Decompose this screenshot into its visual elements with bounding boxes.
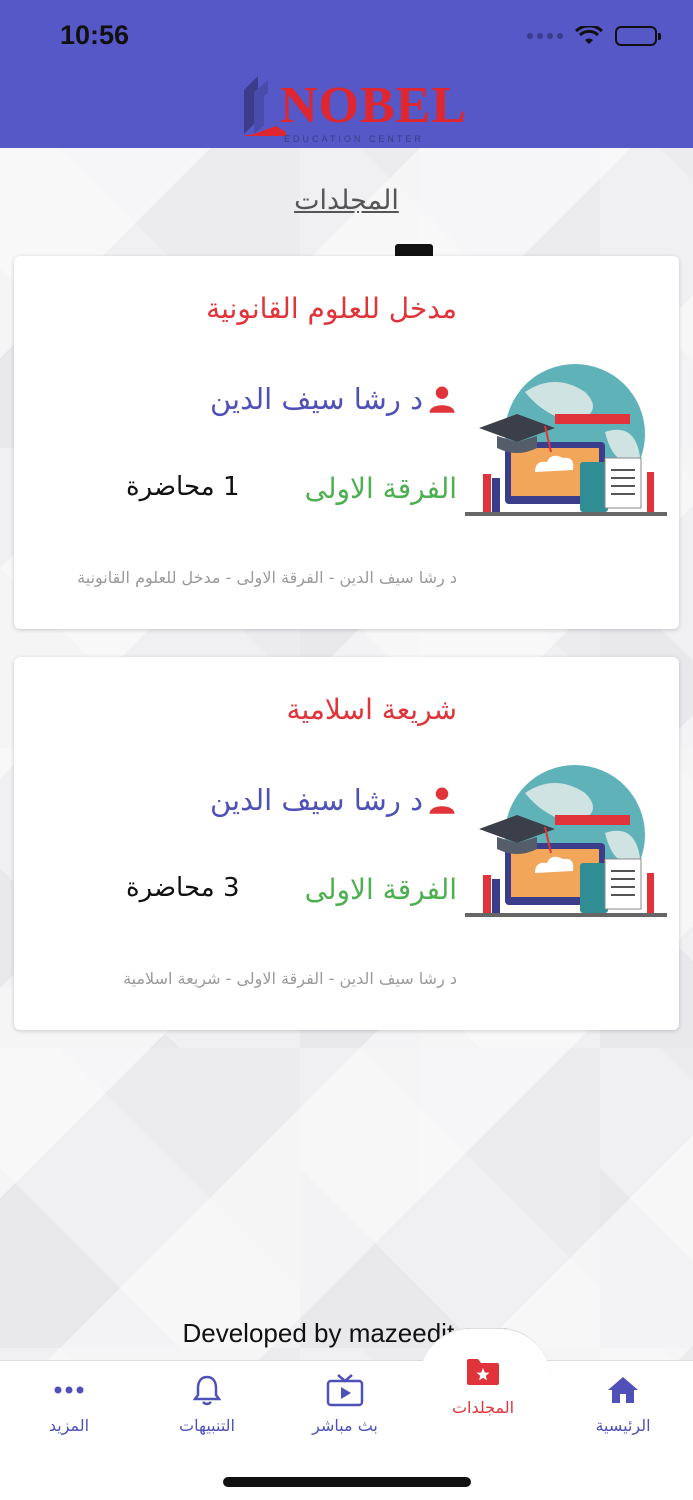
logo-text: NOBEL bbox=[280, 77, 468, 134]
folder-summary: د رشا سيف الدين - الفرقة الاولى - شريعة … bbox=[123, 969, 457, 988]
folder-summary: د رشا سيف الدين - الفرقة الاولى - مدخل ل… bbox=[77, 568, 457, 587]
folder-title: مدخل للعلوم القانونية bbox=[206, 292, 457, 325]
folder-title: شريعة اسلامية bbox=[286, 693, 457, 726]
instructor-name: د رشا سيف الدين bbox=[209, 783, 423, 817]
user-icon bbox=[429, 787, 455, 814]
tab-folders-label: المجلدات bbox=[451, 1398, 515, 1417]
education-illustration bbox=[465, 765, 667, 917]
lecture-count: 1 محاضرة bbox=[126, 472, 240, 502]
folder-card[interactable]: شريعة اسلامية د رشا سيف الدين الفرقة الا… bbox=[14, 657, 679, 1030]
level-label: الفرقة الاولى bbox=[304, 472, 457, 505]
tab-live-label: بث مباشر bbox=[312, 1416, 378, 1435]
tab-notifications-label: التنبيهات bbox=[179, 1416, 235, 1435]
home-indicator[interactable] bbox=[223, 1477, 471, 1487]
status-time: 10:56 bbox=[60, 20, 130, 50]
tab-live[interactable]: بث مباشر bbox=[290, 1370, 400, 1435]
wifi-icon bbox=[575, 26, 603, 44]
status-icons bbox=[395, 26, 661, 260]
page-title: المجلدات bbox=[294, 185, 399, 216]
signal-icon bbox=[527, 33, 563, 39]
tab-folders[interactable]: المجلدات bbox=[428, 1352, 538, 1417]
instructor: د رشا سيف الدين bbox=[210, 783, 457, 817]
folder-card[interactable]: مدخل للعلوم القانونية د رشا سيف الدين ال… bbox=[14, 256, 679, 629]
education-illustration bbox=[465, 364, 667, 516]
more-icon bbox=[54, 1386, 84, 1394]
level-label: الفرقة الاولى bbox=[304, 873, 457, 906]
logo-tagline: EDUCATION CENTER bbox=[284, 134, 424, 144]
lecture-count: 3 محاضرة bbox=[126, 873, 240, 903]
tab-notifications[interactable]: التنبيهات bbox=[152, 1370, 262, 1435]
tab-home[interactable]: الرئيسية bbox=[568, 1370, 678, 1435]
app-header: 10:56 NOBEL EDUCATION CENTER bbox=[0, 0, 693, 260]
tab-more-label: المزيد bbox=[48, 1416, 90, 1435]
home-icon bbox=[608, 1377, 638, 1403]
instructor-name: د رشا سيف الدين bbox=[209, 382, 423, 416]
logo: NOBEL EDUCATION CENTER bbox=[240, 74, 466, 148]
tab-more[interactable]: المزيد bbox=[14, 1370, 124, 1435]
user-icon bbox=[429, 386, 455, 413]
instructor: د رشا سيف الدين bbox=[210, 382, 457, 416]
developer-credit[interactable]: Developed by mazeedit.com bbox=[0, 1318, 693, 1349]
folder-star-icon bbox=[467, 1359, 499, 1385]
tab-home-label: الرئيسية bbox=[595, 1416, 651, 1435]
battery-icon bbox=[395, 26, 661, 260]
bell-icon bbox=[193, 1375, 221, 1406]
live-tv-icon bbox=[326, 1374, 364, 1407]
